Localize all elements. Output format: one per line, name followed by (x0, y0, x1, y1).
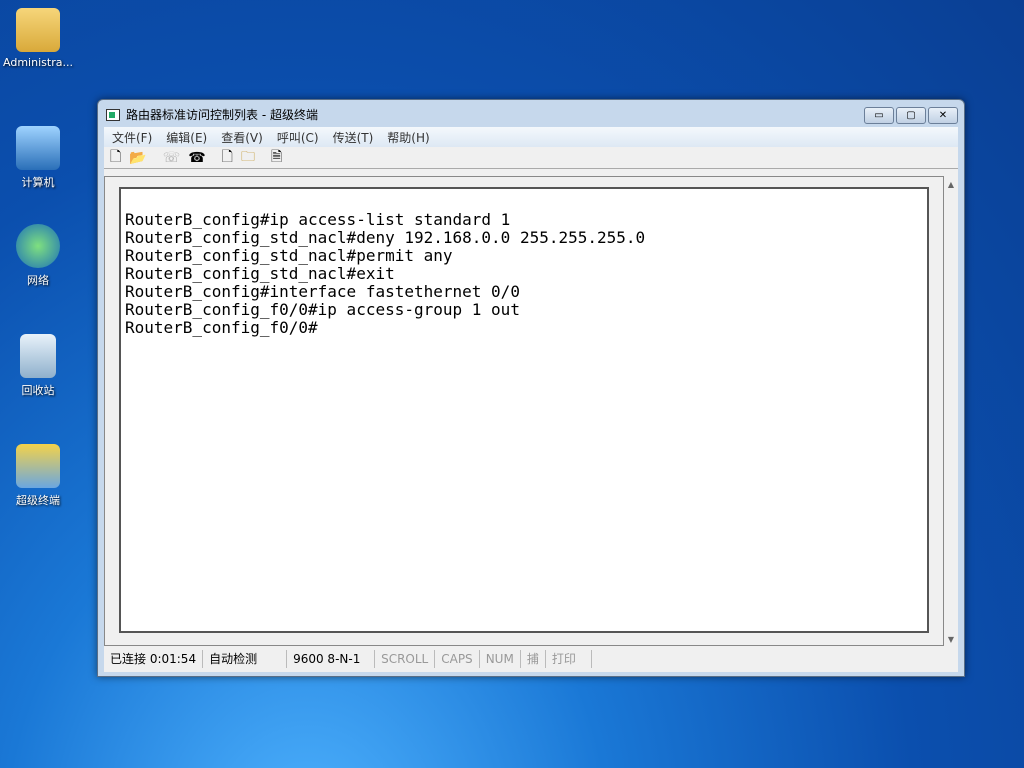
scroll-indicator: SCROLL (375, 650, 436, 668)
computer-icon (16, 126, 60, 170)
detect-status: 自动检测 (203, 650, 288, 668)
terminal-line: RouterB_config_std_nacl#deny 192.168.0.0… (125, 228, 646, 247)
print-indicator: 打印 (546, 650, 592, 668)
num-indicator: NUM (480, 650, 521, 668)
minimize-button[interactable]: ▭ (864, 107, 894, 124)
port-settings: 9600 8-N-1 (287, 650, 376, 668)
maximize-button[interactable]: ▢ (896, 107, 926, 124)
desktop-icon-administrator[interactable]: Administra... (0, 8, 76, 69)
menu-help[interactable]: 帮助(H) (387, 129, 429, 146)
connection-status: 已连接 0:01:54 (104, 650, 204, 668)
menu-call[interactable]: 呼叫(C) (277, 129, 319, 146)
receive-icon[interactable]: 🗀 (241, 146, 255, 170)
terminal-area[interactable]: RouterB_config#ip access-list standard 1… (104, 176, 944, 646)
terminal-line: RouterB_config_std_nacl#exit (125, 264, 395, 283)
open-icon[interactable]: 📂 (129, 150, 146, 166)
desktop-icon-hyperterminal[interactable]: 超级终端 (0, 444, 76, 508)
scroll-up-icon[interactable]: ▲ (944, 180, 958, 189)
menu-bar: 文件(F) 编辑(E) 查看(V) 呼叫(C) 传送(T) 帮助(H) (104, 127, 958, 147)
title-bar: 路由器标准访问控制列表 - 超级终端 (106, 106, 318, 123)
close-button[interactable]: ✕ (928, 107, 958, 124)
desktop-icon-network[interactable]: 网络 (0, 224, 76, 288)
status-bar: 已连接 0:01:54 自动检测 9600 8-N-1 SCROLL CAPS … (104, 648, 958, 670)
desktop-icon-recycle-bin[interactable]: 回收站 (0, 334, 76, 398)
scroll-down-icon[interactable]: ▼ (944, 635, 958, 644)
desktop-icon-computer[interactable]: 计算机 (0, 126, 76, 190)
network-icon (16, 224, 60, 268)
menu-file[interactable]: 文件(F) (112, 129, 152, 146)
menu-transfer[interactable]: 传送(T) (333, 129, 374, 146)
menu-view[interactable]: 查看(V) (221, 129, 263, 146)
send-icon[interactable]: 🗋 (222, 146, 233, 170)
new-icon[interactable]: 🗋 (110, 146, 121, 170)
window-title: 路由器标准访问控制列表 - 超级终端 (126, 108, 318, 122)
dial-icon[interactable]: ☎ (188, 150, 205, 166)
terminal-line: RouterB_config#interface fastethernet 0/… (125, 282, 520, 301)
hyperterminal-icon (16, 444, 60, 488)
terminal-line: RouterB_config_std_nacl#permit any (125, 246, 453, 265)
terminal-line: RouterB_config_f0/0#ip access-group 1 ou… (125, 300, 520, 319)
capture-indicator: 捕 (521, 650, 546, 668)
vertical-scrollbar[interactable]: ▲ ▼ (944, 176, 958, 646)
terminal-line: RouterB_config_f0/0# (125, 318, 318, 337)
toolbar: 🗋 📂 ☏ ☎ 🗋 🗀 🗎 (104, 147, 958, 169)
app-icon (106, 108, 120, 121)
hyperterminal-window: 路由器标准访问控制列表 - 超级终端 ▭ ▢ ✕ 文件(F) 编辑(E) 查看(… (97, 99, 965, 677)
disconnect-icon[interactable]: ☏ (163, 150, 181, 166)
caps-indicator: CAPS (435, 650, 480, 668)
terminal-screen[interactable]: RouterB_config#ip access-list standard 1… (119, 187, 929, 633)
menu-edit[interactable]: 编辑(E) (166, 129, 207, 146)
properties-icon[interactable]: 🗎 (271, 146, 282, 170)
user-folder-icon (16, 8, 60, 52)
recycle-bin-icon (20, 334, 56, 378)
terminal-line: RouterB_config#ip access-list standard 1 (125, 210, 511, 229)
